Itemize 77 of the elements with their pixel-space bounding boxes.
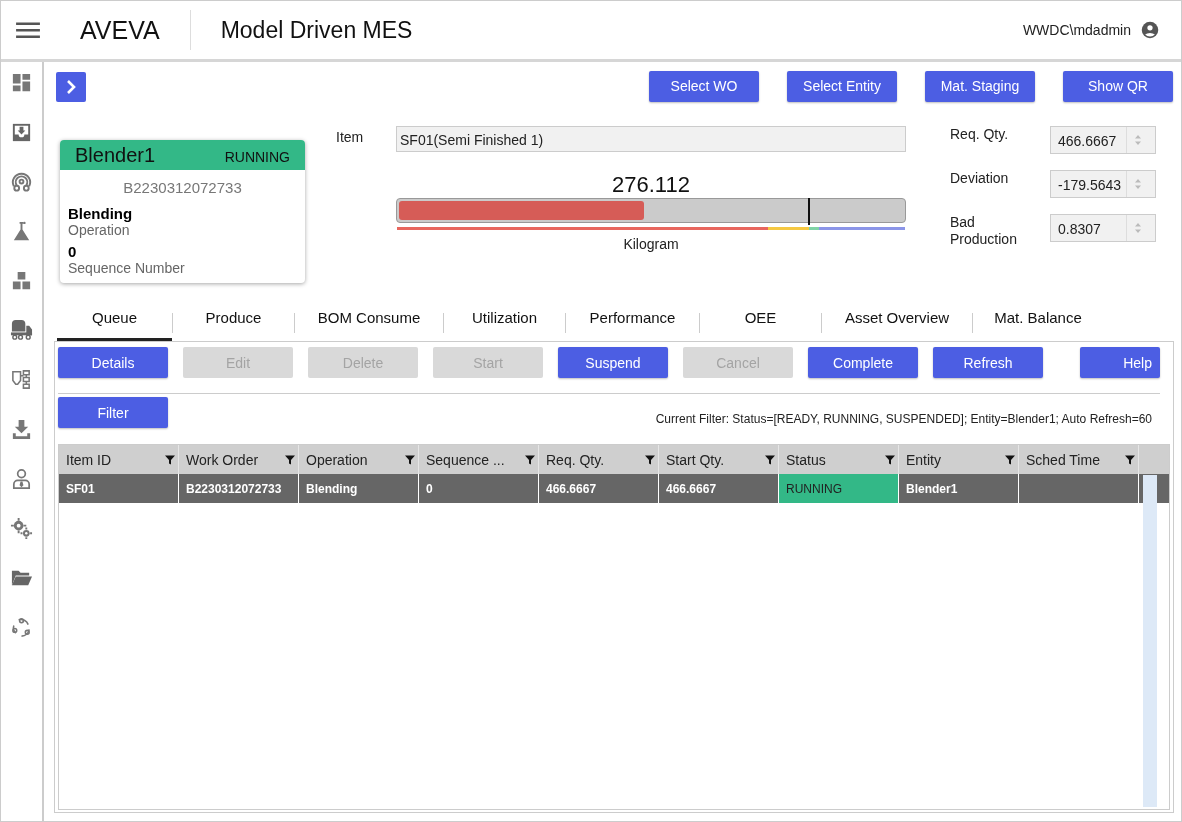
item-field[interactable]: SF01(Semi Finished 1) xyxy=(396,126,906,152)
gears-icon[interactable] xyxy=(10,516,33,540)
tab[interactable]: OEE xyxy=(700,301,821,341)
sequence-value: 0 xyxy=(68,243,78,260)
filter-icon[interactable] xyxy=(764,453,776,466)
quantity-label: Bad Production xyxy=(950,214,1018,248)
toolbar-button[interactable]: Select WO xyxy=(649,70,759,102)
filter-icon[interactable] xyxy=(884,453,896,466)
column-title: Sequence ... xyxy=(426,451,505,468)
action-button[interactable]: Suspend xyxy=(558,347,668,378)
download-tray-icon[interactable] xyxy=(10,417,33,441)
app-title: Model Driven MES xyxy=(219,16,414,44)
user-name: WWDC\mdadmin xyxy=(1022,22,1131,38)
entity-name: Blender1 xyxy=(75,143,156,167)
operation-value: Blending xyxy=(68,205,134,222)
operation-label: Operation xyxy=(68,222,131,238)
filter-icon[interactable] xyxy=(164,453,176,466)
blocks-icon[interactable] xyxy=(10,269,33,292)
filter-icon[interactable] xyxy=(1124,453,1136,466)
current-filter-text: Current Filter: Status=[READY, RUNNING, SUSPENDED]; Entity=Blender1; Auto Refresh=60 xyxy=(655,412,1152,428)
filter-icon[interactable] xyxy=(1004,453,1016,466)
tab[interactable]: Utilization xyxy=(444,301,565,341)
quantity-label: Req. Qty. xyxy=(950,126,1010,143)
cycle-icon[interactable] xyxy=(10,615,33,639)
table-cell: Blending xyxy=(299,474,419,503)
column-title: Start Qty. xyxy=(666,451,725,468)
filter-icon[interactable] xyxy=(284,453,296,466)
dashboard-icon[interactable] xyxy=(10,71,33,94)
process-flow-icon[interactable] xyxy=(10,368,33,391)
tab[interactable]: BOM Consume xyxy=(295,301,443,341)
tab[interactable]: Asset Overview xyxy=(822,301,972,341)
tanker-truck-icon[interactable] xyxy=(10,318,33,342)
item-label: Item xyxy=(336,128,365,145)
table-cell: RUNNING xyxy=(779,474,899,503)
filter-icon[interactable] xyxy=(644,453,656,466)
logo-text: AVEVA xyxy=(54,10,191,50)
tab[interactable]: Performance xyxy=(566,301,699,341)
number-spinner[interactable]: -179.5643 xyxy=(1050,170,1156,198)
unit-label: Kilogram xyxy=(622,236,680,252)
table-cell: 0 xyxy=(419,474,539,503)
column-title: Req. Qty. xyxy=(546,451,605,468)
column-title: Work Order xyxy=(186,451,259,468)
sequence-label: Sequence Number xyxy=(68,260,186,276)
table-cell: 466.6667 xyxy=(539,474,659,503)
tab[interactable]: Queue xyxy=(57,301,172,341)
number-spinner[interactable]: 466.6667 xyxy=(1050,126,1156,154)
tab[interactable]: Mat. Balance xyxy=(973,301,1103,341)
entity-state: RUNNING xyxy=(224,149,290,165)
column-title: Item ID xyxy=(66,451,112,468)
table-row[interactable]: SF01 B2230312072733 Blending 0 466.6667 466.6667 RUNNING Blender1 xyxy=(59,474,1169,503)
table-cell: B2230312072733 xyxy=(179,474,299,503)
toolbar-button[interactable]: Mat. Staging xyxy=(925,70,1035,102)
filter-button[interactable]: Filter xyxy=(58,397,168,428)
toolbar-button[interactable]: Select Entity xyxy=(787,70,897,102)
action-button[interactable]: Help xyxy=(1080,347,1160,378)
gauge-reading: 276.112 xyxy=(611,172,691,198)
filter-icon[interactable] xyxy=(524,453,536,466)
action-button[interactable]: Refresh xyxy=(933,347,1043,378)
column-title: Status xyxy=(786,451,826,468)
column-title: Operation xyxy=(306,451,368,468)
column-title: Entity xyxy=(906,451,941,468)
column-title: Sched Time xyxy=(1026,451,1100,468)
scrollbar[interactable] xyxy=(1143,475,1157,807)
tab[interactable]: Produce xyxy=(173,301,294,341)
gauge-icon[interactable] xyxy=(10,170,33,193)
account-icon[interactable] xyxy=(1141,21,1159,39)
action-button[interactable]: Details xyxy=(58,347,168,378)
quantity-label: Deviation xyxy=(950,170,1010,187)
action-button[interactable]: Complete xyxy=(808,347,918,378)
work-order-number: B2230312072733 xyxy=(122,179,243,196)
table-cell: SF01 xyxy=(59,474,179,503)
number-spinner[interactable]: 0.8307 xyxy=(1050,214,1156,242)
table-cell: Blender1 xyxy=(899,474,1019,503)
expand-button[interactable] xyxy=(56,72,86,102)
operator-icon[interactable] xyxy=(10,467,33,490)
toolbar-button[interactable]: Show QR xyxy=(1063,70,1173,102)
filter-icon[interactable] xyxy=(404,453,416,466)
